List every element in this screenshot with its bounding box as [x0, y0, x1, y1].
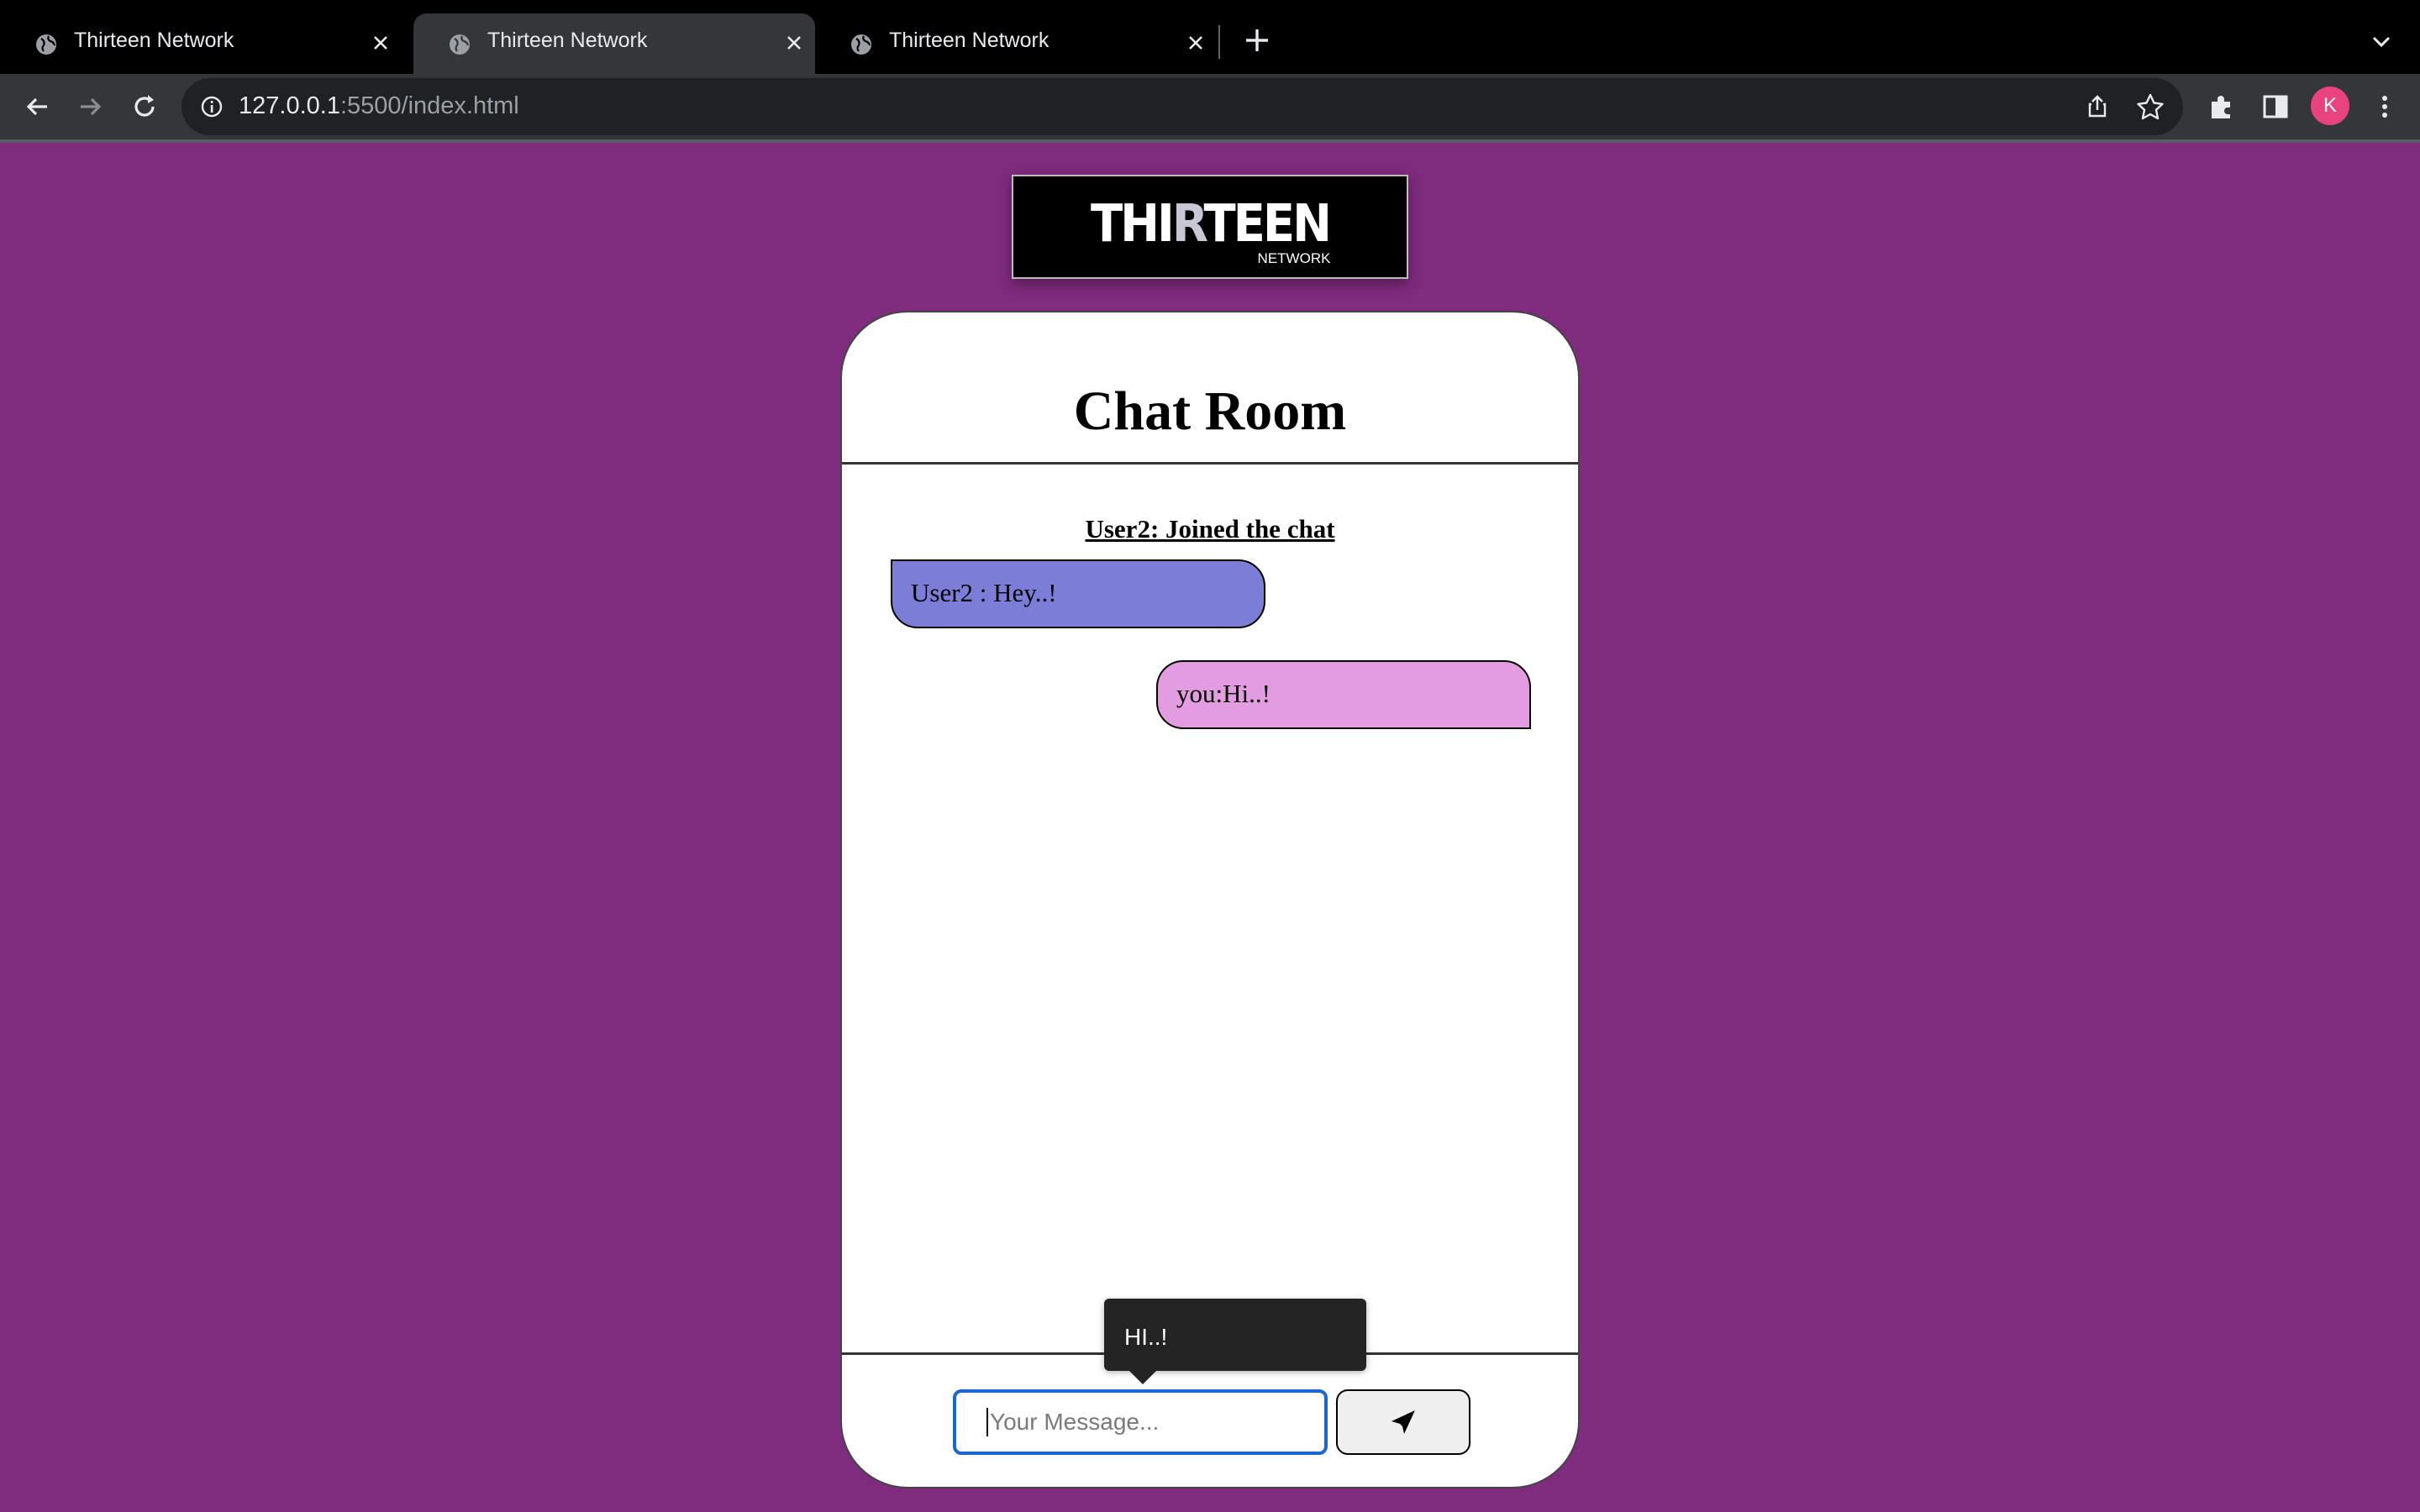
extensions-puzzle-icon[interactable] [2205, 90, 2238, 123]
autofill-suggestion-popup[interactable]: HI..! [1104, 1299, 1366, 1384]
url-path: :5500/index.html [339, 92, 519, 119]
tab-3[interactable]: Thirteen Network [815, 13, 1217, 74]
tab-title: Thirteen Network [889, 29, 1050, 52]
avatar-initial: K [2323, 94, 2337, 117]
chevron-down-icon[interactable] [2368, 29, 2395, 55]
share-icon[interactable] [2082, 92, 2112, 122]
tab-separator [1218, 25, 1220, 59]
profile-avatar[interactable]: K [2311, 87, 2349, 125]
chat-title: Chat Room [1073, 381, 1347, 442]
chat-room-card: Chat Room User2: Joined the chat User2 :… [840, 311, 1580, 1488]
thirteen-network-logo: THIRTEEN NETWORK [1012, 175, 1408, 279]
tab-title: Thirteen Network [487, 29, 648, 52]
incoming-message-bubble: User2 : Hey..! [891, 559, 1265, 628]
tab-strip: Thirteen Network Thirteen Network Thirte… [0, 0, 2420, 74]
forward-arrow-icon[interactable] [74, 90, 108, 123]
message-input[interactable] [953, 1389, 1328, 1455]
paper-plane-icon [1392, 1410, 1415, 1434]
back-arrow-icon[interactable] [20, 90, 54, 123]
header-divider [842, 462, 1578, 465]
browser-toolbar: 127.0.0.1:5500/index.html K [0, 74, 2420, 139]
logo-subtitle: NETWORK [1257, 250, 1331, 266]
url-text[interactable]: 127.0.0.1:5500/index.html [239, 92, 519, 120]
toolbar-divider [0, 139, 2420, 143]
new-tab-icon[interactable] [1242, 25, 1272, 55]
side-panel-icon[interactable] [2259, 90, 2292, 123]
globe-icon [36, 34, 56, 55]
join-notification: User2: Joined the chat [842, 514, 1578, 544]
text-caret [986, 1408, 988, 1436]
url-host: 127.0.0.1 [239, 92, 340, 119]
tab-title: Thirteen Network [74, 29, 234, 52]
tab-1[interactable]: Thirteen Network [0, 13, 402, 74]
info-icon[interactable] [198, 93, 225, 120]
outgoing-message-bubble: you:Hi..! [1156, 660, 1531, 729]
globe-icon [851, 34, 871, 55]
close-icon[interactable] [368, 30, 393, 55]
logo-wordmark: THIRTEEN [1090, 193, 1332, 255]
autofill-suggestion-text: HI..! [1124, 1324, 1168, 1350]
globe-icon [450, 34, 470, 55]
join-notification-text: User2: Joined the chat [1085, 514, 1335, 543]
reload-icon[interactable] [128, 90, 161, 123]
bookmark-star-icon[interactable] [2134, 92, 2166, 122]
close-icon[interactable] [1183, 30, 1208, 55]
tab-2[interactable]: Thirteen Network [413, 13, 815, 74]
more-menu-icon[interactable] [2368, 90, 2402, 123]
send-button[interactable] [1336, 1389, 1470, 1455]
address-bar[interactable]: 127.0.0.1:5500/index.html [182, 78, 2183, 135]
close-icon[interactable] [781, 30, 807, 55]
